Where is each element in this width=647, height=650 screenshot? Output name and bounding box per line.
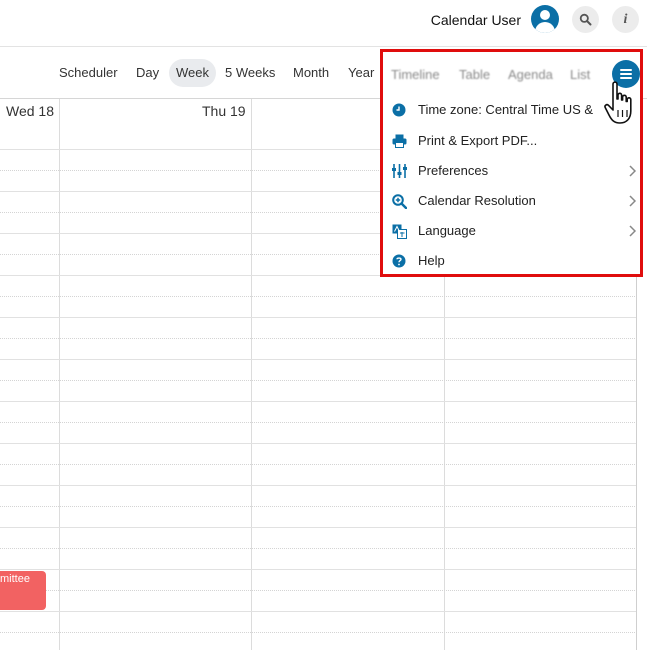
menu-bar <box>620 77 632 79</box>
menu-item-print-export[interactable]: Print & Export PDF... <box>389 127 639 155</box>
time-slot-line <box>0 590 637 591</box>
menu-item-language[interactable]: Language <box>389 217 639 245</box>
menu-item-time-zone[interactable]: Time zone: Central Time US & <box>389 96 639 124</box>
menu-item-label: Preferences <box>418 163 489 178</box>
menu-item-calendar-resolution[interactable]: Calendar Resolution <box>389 187 639 215</box>
time-slot-line <box>0 485 637 486</box>
time-slot-line <box>0 527 637 528</box>
time-slot-line <box>0 380 637 381</box>
search-button[interactable] <box>572 6 599 33</box>
clock-icon <box>391 102 407 118</box>
tab-day[interactable]: Day <box>129 59 166 87</box>
info-button[interactable]: i <box>612 6 639 33</box>
time-slot-line <box>0 359 637 360</box>
time-slot-line <box>0 443 637 444</box>
tab-5-weeks[interactable]: 5 Weeks <box>218 59 282 87</box>
menu-item-help[interactable]: Help <box>389 247 639 275</box>
day-header-wed: Wed 18 <box>6 103 54 119</box>
chevron-right-icon <box>629 195 637 207</box>
menu-item-label: Help <box>418 253 445 268</box>
event-title: mittee <box>0 573 30 585</box>
info-icon: i <box>623 11 628 27</box>
help-icon <box>391 253 407 269</box>
time-slot-line <box>0 317 637 318</box>
menu-item-label: Print & Export PDF... <box>418 133 538 148</box>
calendar-event[interactable]: mittee <box>0 571 46 610</box>
printer-icon <box>391 133 407 149</box>
menu-item-preferences[interactable]: Preferences <box>389 157 639 185</box>
time-slot-line <box>0 422 637 423</box>
calendar-app: Calendar User i Scheduler Day Week 5 Wee… <box>0 0 647 650</box>
day-header-thu: Thu 19 <box>202 103 246 119</box>
tab-scheduler[interactable]: Scheduler <box>52 59 125 87</box>
time-slot-line <box>0 338 637 339</box>
tab-agenda[interactable]: Agenda <box>508 67 553 82</box>
time-slot-line <box>0 506 637 507</box>
time-slot-line <box>0 611 637 612</box>
zoom-icon <box>391 193 407 209</box>
time-slot-line <box>0 296 637 297</box>
menu-bar <box>620 73 632 75</box>
chevron-right-icon <box>629 225 637 237</box>
top-header: Calendar User i <box>0 0 647 47</box>
time-slot-line <box>0 569 637 570</box>
tab-month[interactable]: Month <box>286 59 336 87</box>
user-avatar-icon[interactable] <box>531 5 559 33</box>
time-slot-line <box>0 464 637 465</box>
tab-table[interactable]: Table <box>459 67 490 82</box>
translate-icon <box>391 223 407 239</box>
user-name[interactable]: Calendar User <box>431 12 521 28</box>
menu-item-label: Time zone: Central Time US & <box>418 102 594 117</box>
hand-pointer-icon <box>604 81 632 124</box>
tab-list[interactable]: List <box>570 67 590 82</box>
menu-item-label: Language <box>418 223 476 238</box>
time-slot-line <box>0 401 637 402</box>
column-divider <box>59 99 60 650</box>
tab-week[interactable]: Week <box>169 59 216 87</box>
search-icon <box>579 13 592 26</box>
chevron-right-icon <box>629 165 637 177</box>
time-slot-line <box>0 632 637 633</box>
menu-item-label: Calendar Resolution <box>418 193 536 208</box>
tab-year[interactable]: Year <box>341 59 381 87</box>
tab-timeline[interactable]: Timeline <box>391 67 440 82</box>
menu-bar <box>620 69 632 71</box>
time-slot-line <box>0 548 637 549</box>
column-divider <box>251 99 252 650</box>
sliders-icon <box>391 163 407 179</box>
